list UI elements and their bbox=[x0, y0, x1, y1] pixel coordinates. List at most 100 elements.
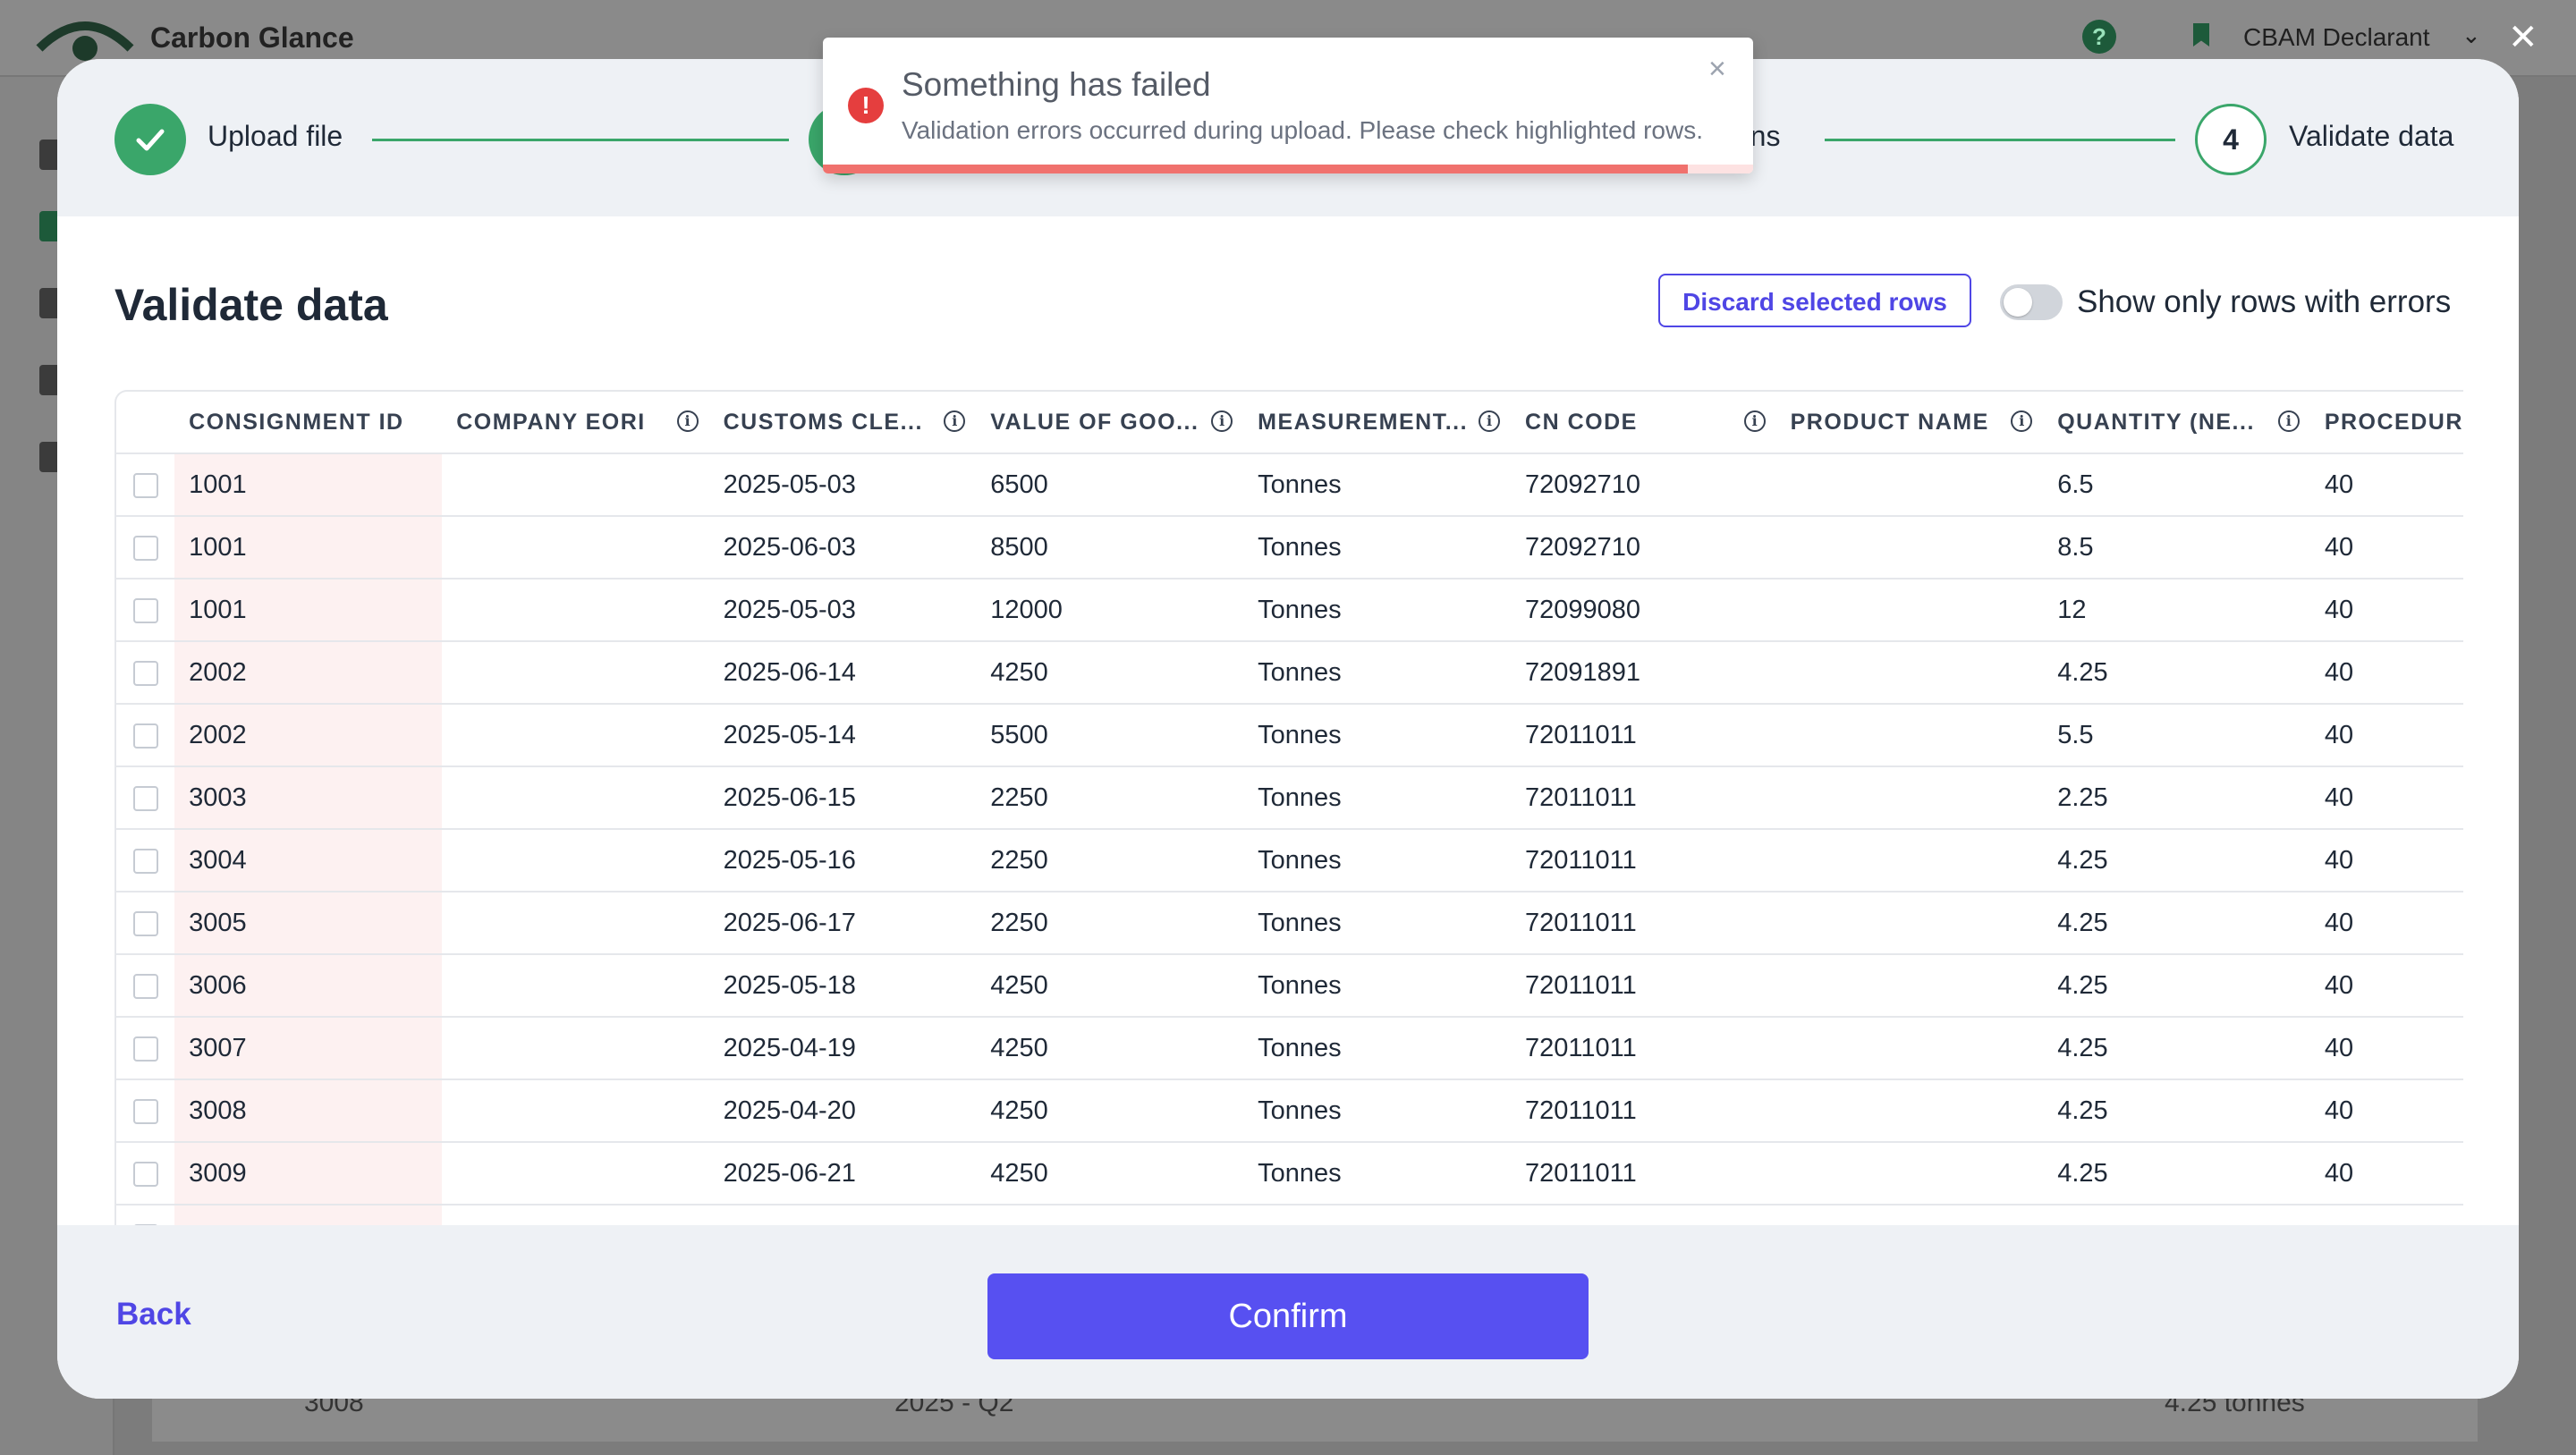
toast-timer-bar bbox=[823, 165, 1753, 173]
info-icon[interactable]: i bbox=[1479, 410, 1501, 432]
row-checkbox[interactable] bbox=[132, 1036, 158, 1062]
info-icon[interactable]: i bbox=[2277, 410, 2300, 432]
column-header[interactable]: QUANTITY (NE... i bbox=[2043, 392, 2310, 454]
column-header-label: VALUE OF GOO... bbox=[990, 409, 1199, 435]
column-header[interactable]: VALUE OF GOO... i bbox=[976, 392, 1244, 454]
role-selector[interactable]: CBAM Declarant bbox=[2243, 23, 2430, 52]
column-header[interactable]: CONSIGNMENT ID bbox=[174, 392, 443, 454]
table-cell: 2025-05-18 bbox=[708, 954, 977, 1018]
step-validate-number: 4 bbox=[2195, 104, 2267, 175]
info-icon[interactable]: i bbox=[944, 410, 966, 432]
table-cell: Tonnes bbox=[1243, 453, 1512, 517]
table-row[interactable]: 2002 2025-05-14 5500 Tonnes 72011011 5.5 40 bbox=[116, 704, 2463, 767]
table-row[interactable]: 1001 2025-06-03 8500 Tonnes 72092710 8.5 40 bbox=[116, 516, 2463, 579]
table-cell: 1001 bbox=[174, 579, 443, 642]
column-header[interactable]: CN CODE i bbox=[1511, 392, 1776, 454]
table-cell: 40 bbox=[2309, 892, 2463, 955]
table-cell: 2025-05-14 bbox=[708, 704, 977, 767]
back-button[interactable]: Back bbox=[116, 1297, 191, 1332]
column-header-label: COMPANY EORI bbox=[456, 409, 646, 435]
table-cell: Tonnes bbox=[1243, 1017, 1512, 1080]
column-header[interactable]: PRODUCT NAME i bbox=[1775, 392, 2044, 454]
table-cell: 2025-06-17 bbox=[708, 892, 977, 955]
chevron-down-icon[interactable]: ⌄ bbox=[2462, 21, 2481, 49]
column-header-label: PRODUCT NAME bbox=[1790, 409, 1989, 435]
table-cell: 12000 bbox=[976, 579, 1244, 642]
column-header-label: CUSTOMS CLE... bbox=[723, 409, 923, 435]
toast-title: Something has failed bbox=[902, 66, 1211, 103]
row-checkbox[interactable] bbox=[132, 723, 158, 749]
table-cell: 1001 bbox=[174, 453, 443, 517]
column-header-label: QUANTITY (NE... bbox=[2057, 409, 2255, 435]
column-header[interactable]: CUSTOMS CLE... i bbox=[708, 392, 977, 454]
info-icon[interactable]: i bbox=[2011, 410, 2033, 432]
row-checkbox[interactable] bbox=[132, 1098, 158, 1124]
table-cell: 72011011 bbox=[1511, 1142, 1776, 1205]
row-checkbox[interactable] bbox=[132, 597, 158, 623]
modal-footer: Back Confirm bbox=[57, 1225, 2519, 1399]
column-header[interactable]: COMPANY EORI i bbox=[442, 392, 709, 454]
discard-selected-rows-button[interactable]: Discard selected rows bbox=[1658, 274, 1971, 327]
table-cell bbox=[442, 1142, 709, 1205]
row-checkbox[interactable] bbox=[132, 1161, 158, 1187]
row-select-cell bbox=[116, 1079, 175, 1143]
row-checkbox[interactable] bbox=[132, 910, 158, 936]
table-row[interactable]: 3005 2025-06-17 2250 Tonnes 72011011 4.25 40 bbox=[116, 892, 2463, 955]
row-checkbox[interactable] bbox=[132, 472, 158, 498]
row-checkbox[interactable] bbox=[132, 785, 158, 811]
table-row[interactable]: 1001 2025-05-03 12000 Tonnes 72099080 12 40 bbox=[116, 579, 2463, 642]
table-cell: 40 bbox=[2309, 516, 2463, 579]
errors-only-toggle-label[interactable]: Show only rows with errors bbox=[2077, 284, 2451, 320]
table-cell: 2025-04-19 bbox=[708, 1017, 977, 1080]
step-upload-file-label: Upload file bbox=[208, 120, 343, 152]
row-checkbox[interactable] bbox=[132, 848, 158, 874]
column-header[interactable]: MEASUREMENT... i bbox=[1243, 392, 1512, 454]
table-cell: 2.25 bbox=[2043, 766, 2310, 830]
table-cell bbox=[1775, 453, 2044, 517]
logo-eye-icon bbox=[36, 21, 134, 61]
close-modal-icon[interactable]: ✕ bbox=[2508, 20, 2538, 55]
table-cell bbox=[1775, 579, 2044, 642]
table-row[interactable]: 3008 2025-04-20 4250 Tonnes 72011011 4.25 40 bbox=[116, 1079, 2463, 1143]
table-row[interactable]: 3006 2025-05-18 4250 Tonnes 72011011 4.25 40 bbox=[116, 954, 2463, 1018]
table-cell: Tonnes bbox=[1243, 766, 1512, 830]
table-cell: 40 bbox=[2309, 954, 2463, 1018]
confirm-button[interactable]: Confirm bbox=[987, 1273, 1589, 1359]
table-cell: 3006 bbox=[174, 954, 443, 1018]
table-row[interactable]: 3007 2025-04-19 4250 Tonnes 72011011 4.25 40 bbox=[116, 1017, 2463, 1080]
table-cell: 40 bbox=[2309, 453, 2463, 517]
table-row[interactable]: 3003 2025-06-15 2250 Tonnes 72011011 2.25 40 bbox=[116, 766, 2463, 830]
close-toast-icon[interactable]: × bbox=[1708, 52, 1726, 87]
help-icon[interactable]: ? bbox=[2082, 20, 2116, 54]
row-select-cell bbox=[116, 579, 175, 642]
table-cell bbox=[442, 641, 709, 705]
info-icon[interactable]: i bbox=[1211, 410, 1233, 432]
info-icon[interactable]: i bbox=[1743, 410, 1766, 432]
table-cell bbox=[1775, 766, 2044, 830]
table-row[interactable]: 3009 2025-06-21 4250 Tonnes 72011011 4.25 40 bbox=[116, 1142, 2463, 1205]
table-cell: 3003 bbox=[174, 766, 443, 830]
table-row[interactable]: 1001 2025-05-03 6500 Tonnes 72092710 6.5 40 bbox=[116, 453, 2463, 517]
info-icon[interactable]: i bbox=[676, 410, 699, 432]
table-cell: 3005 bbox=[174, 892, 443, 955]
table-cell: 4250 bbox=[976, 1142, 1244, 1205]
table-cell: 4250 bbox=[976, 1079, 1244, 1143]
table-cell: 6.5 bbox=[2043, 453, 2310, 517]
row-checkbox[interactable] bbox=[132, 973, 158, 999]
errors-only-toggle[interactable] bbox=[2000, 284, 2063, 320]
step-connector bbox=[372, 139, 789, 141]
table-cell: 5.5 bbox=[2043, 704, 2310, 767]
table-cell: 3007 bbox=[174, 1017, 443, 1080]
row-checkbox[interactable] bbox=[132, 535, 158, 561]
step-connector bbox=[1825, 139, 2175, 141]
table-row[interactable]: 2002 2025-06-14 4250 Tonnes 72091891 4.25 40 bbox=[116, 641, 2463, 705]
column-header[interactable]: PROCEDUR bbox=[2309, 392, 2463, 454]
table-cell bbox=[442, 766, 709, 830]
table-cell bbox=[442, 954, 709, 1018]
check-icon bbox=[136, 129, 165, 151]
table-row[interactable]: 3004 2025-05-16 2250 Tonnes 72011011 4.25 40 bbox=[116, 829, 2463, 892]
row-checkbox[interactable] bbox=[132, 660, 158, 686]
table-cell bbox=[442, 892, 709, 955]
table-cell: 72011011 bbox=[1511, 704, 1776, 767]
table-cell: 40 bbox=[2309, 704, 2463, 767]
